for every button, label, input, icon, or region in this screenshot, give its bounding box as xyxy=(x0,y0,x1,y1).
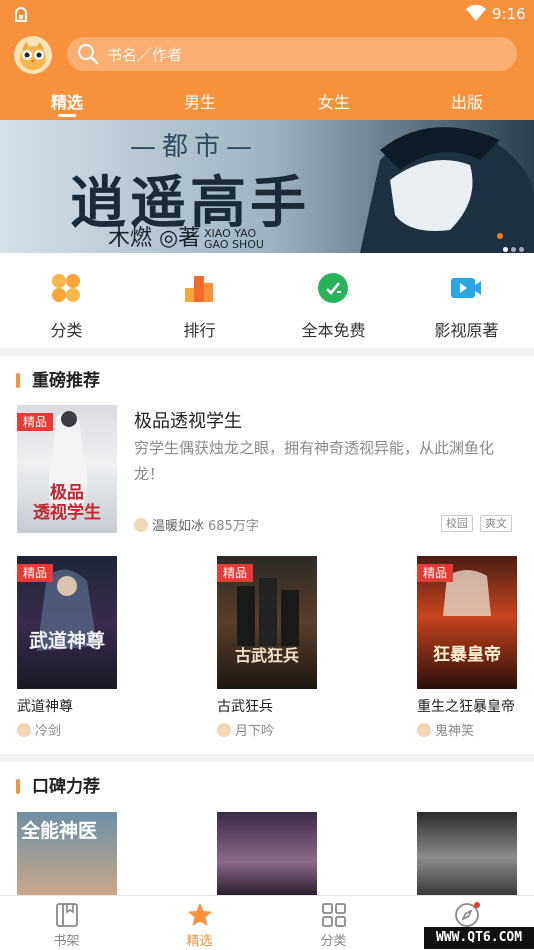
tab-indicator xyxy=(58,114,76,117)
book-cover[interactable]: 精品 武道神尊 xyxy=(17,556,117,689)
quick-video-label: 影视原著 xyxy=(434,321,499,340)
section-title-text: 口碑力荐 xyxy=(32,777,100,797)
featured-book[interactable]: 精品 极品 透视学生 极品透视学生 穷学生偶获烛龙之眼，拥有神奇透视异能，从此渊… xyxy=(0,395,534,540)
cover-title-text: 极品 透视学生 xyxy=(33,483,101,523)
notification-icon xyxy=(15,7,27,22)
search-bar[interactable]: 书名／作者 xyxy=(67,37,517,71)
book-description: 穷学生偶获烛龙之眼，拥有神奇透视异能，从此渊鱼化龙！ xyxy=(134,439,495,483)
book-title[interactable]: 重生之狂暴皇帝 xyxy=(417,696,534,716)
quick-free-label: 全本免费 xyxy=(301,321,366,340)
video-icon xyxy=(451,278,481,298)
tab-female[interactable]: 女生 xyxy=(294,89,374,113)
book-title[interactable]: 极品透视学生 xyxy=(134,407,242,433)
author-avatar-icon xyxy=(134,518,148,532)
premium-badge: 精品 xyxy=(417,564,454,582)
quick-ranking-label: 排行 xyxy=(183,321,216,340)
promo-banner[interactable]: —都市— 逍遥高手 木燃 ◎著 XIAO YAO GAO SHOU xyxy=(0,120,534,253)
category-icon xyxy=(52,274,80,302)
premium-badge: 精品 xyxy=(17,564,54,582)
book-tag[interactable]: 爽文 xyxy=(480,515,512,532)
premium-badge: 精品 xyxy=(217,564,254,582)
cover-title-text: 古武狂兵 xyxy=(234,646,299,665)
star-icon xyxy=(188,903,212,926)
compass-icon xyxy=(455,902,480,927)
book-author: 鬼神笑 xyxy=(435,724,475,739)
category-tabs: 精选 男生 女生 出版 xyxy=(0,84,534,120)
tab-category[interactable]: 分类 xyxy=(267,896,400,950)
tab-featured-bottom[interactable]: 精选 xyxy=(133,896,266,950)
book-title[interactable]: 古武狂兵 xyxy=(217,696,357,716)
author-avatar-icon xyxy=(417,723,431,737)
section-heading: 口碑力荐 xyxy=(16,772,100,797)
app-header: 书名／作者 精选 男生 女生 出版 xyxy=(0,30,534,120)
cover-title-text: 武道神尊 xyxy=(28,630,105,652)
book-meta: 温暖如冰 685万字 xyxy=(134,515,259,534)
owl-avatar-icon xyxy=(14,36,52,74)
book-tag[interactable]: 校园 xyxy=(441,515,473,532)
grid-icon xyxy=(322,903,346,927)
status-time: 9:16 xyxy=(492,5,526,23)
tab-bookshelf[interactable]: 书架 xyxy=(0,896,133,950)
search-placeholder: 书名／作者 xyxy=(107,46,183,64)
book-author-row: 鬼神笑 xyxy=(417,720,474,739)
book-cover[interactable]: 全能神医 xyxy=(17,812,117,895)
search-icon xyxy=(78,44,99,65)
site-watermark: WWW.QT6.COM xyxy=(424,927,534,949)
book-title[interactable]: 武道神尊 xyxy=(17,696,157,716)
section-accent-bar xyxy=(16,373,20,388)
book-cover[interactable] xyxy=(417,812,517,895)
book-cover[interactable]: 精品 极品 透视学生 xyxy=(17,405,117,533)
book-author: 月下吟 xyxy=(235,724,275,739)
banner-author: 木燃 ◎著 xyxy=(108,226,201,251)
word-count: 685万字 xyxy=(208,519,259,534)
ranking-icon xyxy=(185,276,213,302)
section-divider xyxy=(0,348,534,356)
book-author-row: 冷剑 xyxy=(17,720,61,739)
pager-dot xyxy=(503,247,508,252)
quick-entries: 分类 排行 全本免费 影视原著 xyxy=(0,253,534,348)
free-icon xyxy=(318,273,348,303)
banner-english-title: XIAO YAO GAO SHOU xyxy=(204,227,264,251)
quick-video[interactable]: 影视原著 xyxy=(400,253,533,348)
book-author: 温暖如冰 xyxy=(152,519,205,534)
banner-pager xyxy=(500,237,524,253)
tab-label: 分类 xyxy=(320,934,347,949)
cover-title-text: 全能神医 xyxy=(21,820,98,842)
book-cover[interactable]: 精品 狂暴皇帝 xyxy=(417,556,517,689)
pager-dot xyxy=(519,247,524,252)
author-avatar-icon xyxy=(17,723,31,737)
quick-free[interactable]: 全本免费 xyxy=(267,253,400,348)
quick-ranking[interactable]: 排行 xyxy=(133,253,266,348)
section-accent-bar xyxy=(16,779,20,794)
tab-label: 精选 xyxy=(186,934,213,949)
tab-male[interactable]: 男生 xyxy=(160,89,240,113)
quick-category-label: 分类 xyxy=(50,321,83,340)
author-avatar-icon xyxy=(217,723,231,737)
book-author-row: 月下吟 xyxy=(217,720,274,739)
book-cover[interactable]: 精品 古武狂兵 xyxy=(217,556,317,689)
bookshelf-icon xyxy=(56,903,78,927)
cover-title-text: 狂暴皇帝 xyxy=(433,645,501,665)
section-title-text: 重磅推荐 xyxy=(32,371,100,391)
premium-badge: 精品 xyxy=(17,413,54,431)
user-avatar[interactable] xyxy=(14,36,52,74)
book-author: 冷剑 xyxy=(35,724,62,739)
status-bar: 9:16 xyxy=(0,0,534,30)
section-divider xyxy=(0,754,534,762)
wifi-icon xyxy=(466,5,486,21)
tab-published[interactable]: 出版 xyxy=(427,89,507,113)
tab-label: 书架 xyxy=(53,934,80,949)
section-heading: 重磅推荐 xyxy=(16,366,100,391)
pager-dot xyxy=(511,247,516,252)
book-cover[interactable] xyxy=(217,812,317,895)
quick-category[interactable]: 分类 xyxy=(0,253,133,348)
tab-featured[interactable]: 精选 xyxy=(27,89,107,113)
